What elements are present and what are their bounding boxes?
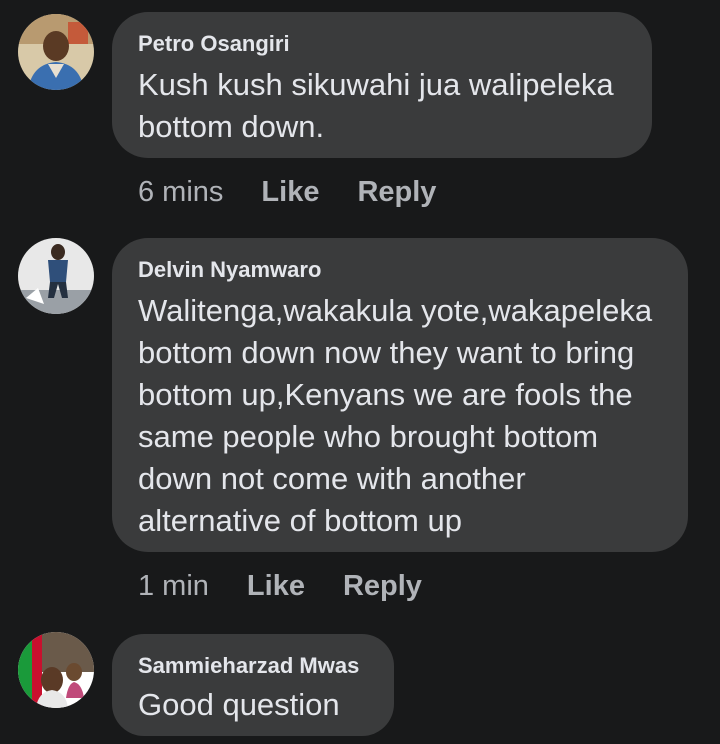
comment-timestamp: 6 mins [138,176,224,208]
like-button[interactable]: Like [261,174,319,210]
avatar[interactable] [18,238,94,314]
comment-thread: Petro Osangiri Kush kush sikuwahi jua wa… [0,0,720,744]
comment-text: Good question [138,687,340,722]
comment-actions: 1 min Like Reply [138,568,422,604]
avatar[interactable] [18,632,94,708]
comment-bubble: Delvin Nyamwaro Walitenga,wakakula yote,… [112,238,688,552]
like-button[interactable]: Like [247,568,305,604]
comment-author[interactable]: Sammieharzad Mwas [138,652,368,680]
comment-bubble: Sammieharzad Mwas Good question [112,634,394,736]
comment-author[interactable]: Petro Osangiri [138,30,626,58]
comment-text: Walitenga,wakakula yote,wakapeleka botto… [138,293,653,538]
comment-actions: 6 mins Like Reply [138,174,436,210]
comment-timestamp: 1 min [138,570,209,602]
comment-author[interactable]: Delvin Nyamwaro [138,256,662,284]
reply-button[interactable]: Reply [357,174,436,210]
comment-text: Kush kush sikuwahi jua walipeleka bottom… [138,67,614,144]
reply-button[interactable]: Reply [343,568,422,604]
avatar[interactable] [18,14,94,90]
comment-bubble: Petro Osangiri Kush kush sikuwahi jua wa… [112,12,652,158]
